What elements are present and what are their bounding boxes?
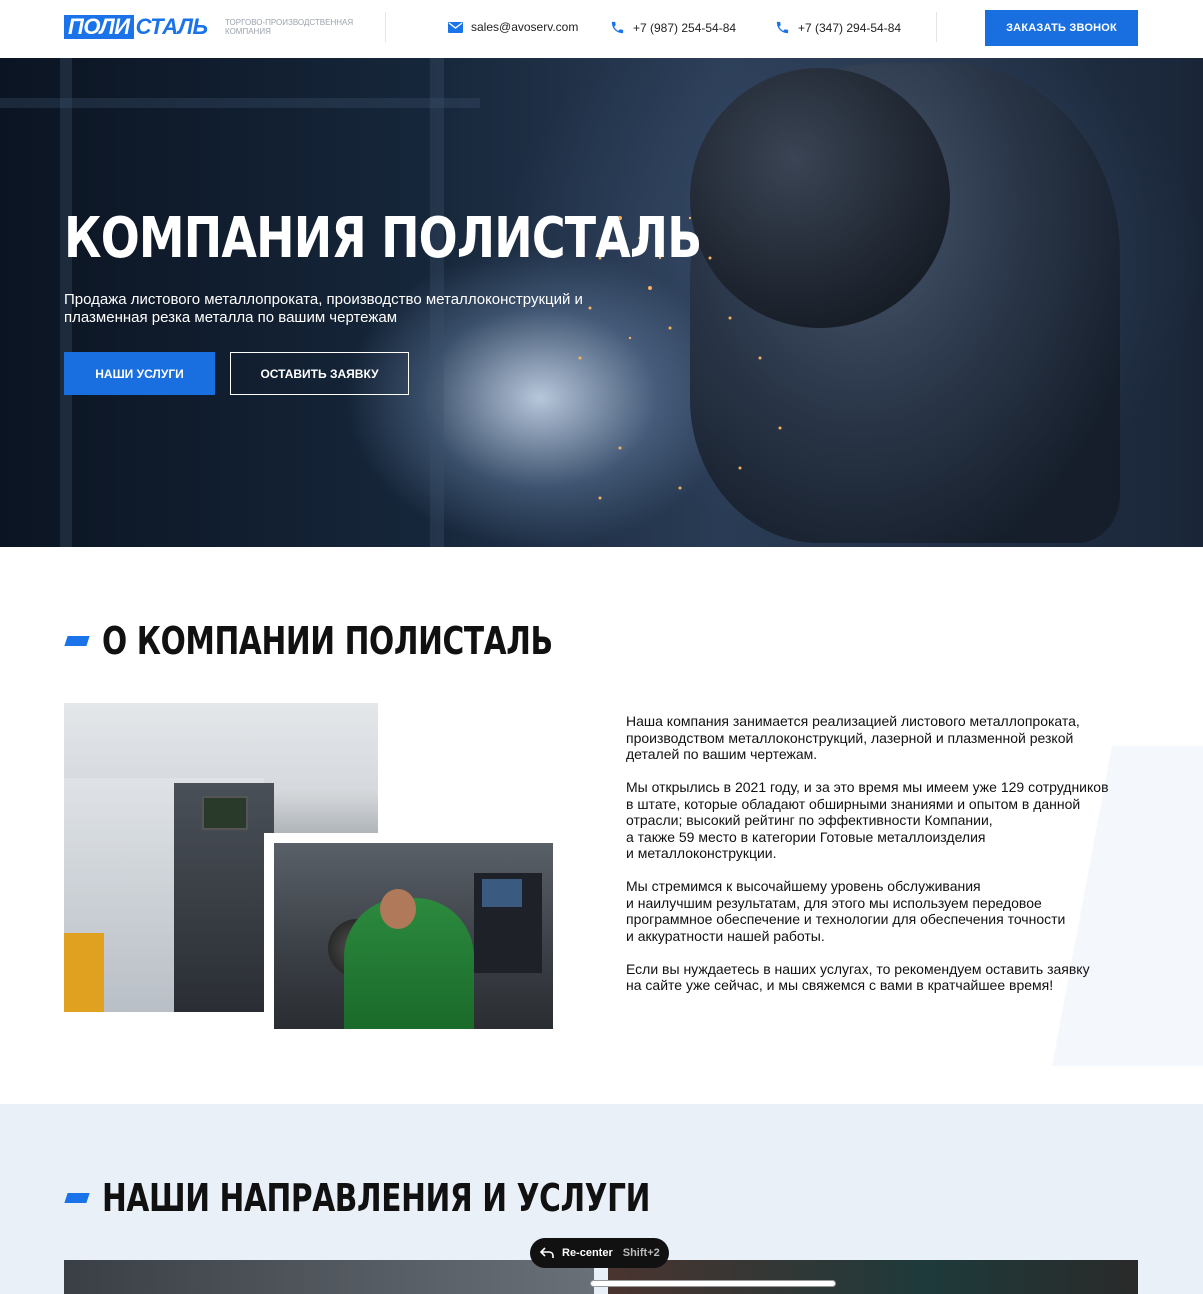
- about-paragraph: Если вы нуждаетесь в наших услугах, то р…: [626, 960, 1090, 994]
- about-title: О КОМПАНИИ ПОЛИСТАЛЬ: [102, 619, 553, 663]
- logo-box-text: ПОЛИ: [64, 15, 134, 39]
- recenter-button[interactable]: Re-center Shift+2: [530, 1238, 669, 1268]
- services-title: НАШИ НАПРАВЛЕНИЯ И УСЛУГИ: [102, 1176, 651, 1220]
- about-paragraph: Наша компания занимается реализацией лис…: [626, 713, 1080, 762]
- email-text: sales@avoserv.com: [471, 20, 579, 34]
- header-divider: [936, 12, 937, 42]
- hero-subtitle: Продажа листового металлопроката, произв…: [64, 291, 583, 326]
- logo[interactable]: ПОЛИ СТАЛЬ: [64, 15, 208, 39]
- service-card[interactable]: [64, 1260, 594, 1294]
- mail-icon: [448, 21, 463, 33]
- phone-text-1: +7 (987) 254-54-84: [633, 20, 737, 35]
- section-marker: [64, 1193, 90, 1203]
- phone-text-2: +7 (347) 294-54-84: [798, 20, 902, 35]
- about-section: О КОМПАНИИ ПОЛИСТАЛЬ Наша компания заним…: [0, 547, 1203, 1104]
- section-marker: [64, 636, 90, 646]
- logo-rest-text: СТАЛЬ: [135, 14, 209, 39]
- hero-section: КОМПАНИЯ ПОЛИСТАЛЬ Продажа листового мет…: [0, 58, 1203, 547]
- services-button[interactable]: Наши услуги: [64, 352, 215, 395]
- about-text: Наша компания занимается реализацией лис…: [626, 713, 1126, 1010]
- hero-bg-frame: [0, 98, 480, 108]
- about-paragraph: Мы стремимся к высочайшему уровень обслу…: [626, 878, 1066, 944]
- email-contact[interactable]: sales@avoserv.com: [448, 20, 578, 34]
- recenter-label: Re-center: [562, 1247, 613, 1259]
- service-card[interactable]: [608, 1260, 1138, 1294]
- logo-subtitle: Торгово-производственная компания: [225, 18, 354, 36]
- undo-arrow-icon: [540, 1247, 554, 1258]
- horizontal-scrollbar[interactable]: [590, 1280, 836, 1287]
- about-paragraph: Мы открылись в 2021 году, и за это время…: [626, 779, 1109, 861]
- about-photo-worker: [274, 843, 553, 1029]
- callback-button[interactable]: Заказать звонок: [985, 10, 1138, 46]
- recenter-shortcut: Shift+2: [622, 1247, 660, 1259]
- phone-contact-1[interactable]: +7 (987) 254-54-84: [610, 20, 736, 35]
- request-button[interactable]: Оставить заявку: [230, 352, 409, 395]
- header-divider: [385, 12, 386, 42]
- phone-icon: [776, 21, 789, 34]
- phone-icon: [611, 21, 624, 34]
- site-header: ПОЛИ СТАЛЬ Торгово-производственная комп…: [0, 0, 1203, 58]
- phone-contact-2[interactable]: +7 (347) 294-54-84: [775, 20, 901, 35]
- hero-title: КОМПАНИЯ ПОЛИСТАЛЬ: [64, 206, 702, 271]
